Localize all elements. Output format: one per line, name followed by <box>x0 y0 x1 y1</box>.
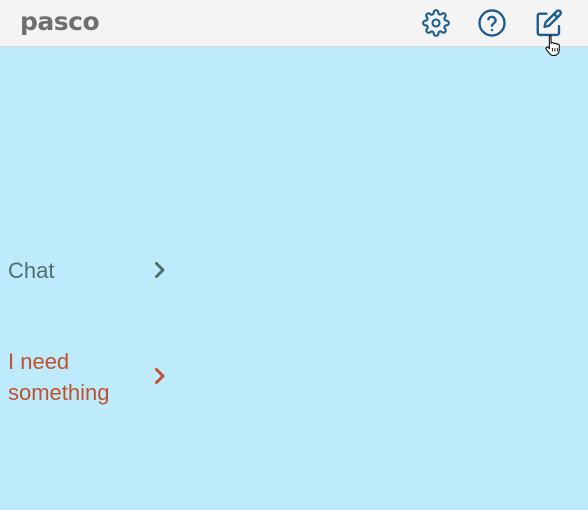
menu-item-label: Chat <box>8 258 55 283</box>
menu-item-need-something[interactable]: I need something <box>0 345 180 409</box>
compose-button[interactable] <box>534 8 564 38</box>
top-bar: pasco <box>0 0 588 47</box>
menu-item-label: I need something <box>8 349 110 405</box>
help-button[interactable] <box>477 8 507 38</box>
chevron-right-icon <box>155 368 165 384</box>
question-circle-icon <box>478 9 506 37</box>
chevron-right-icon <box>155 262 165 278</box>
app-logo: pasco <box>20 7 100 36</box>
menu-item-chat[interactable]: Chat <box>0 254 180 288</box>
edit-icon <box>536 9 562 37</box>
settings-button[interactable] <box>421 8 451 38</box>
gear-icon <box>422 9 450 37</box>
